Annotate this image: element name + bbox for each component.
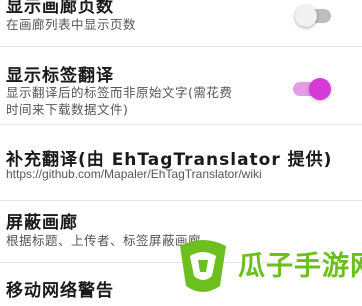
setting-subtitle: 根据标题、上传者、标签屏蔽画廊 <box>6 233 202 248</box>
setting-subtitle-line2: 时间来下载数据文件) <box>6 102 129 117</box>
toggle-knob <box>295 5 317 27</box>
setting-show-page-count[interactable]: 显示画廊页数 在画廊列表中显示页数 <box>0 0 362 46</box>
translation-url: https://github.com/Mapaler/EhTagTranslat… <box>6 167 262 181</box>
watermark-logo-icon <box>180 240 226 292</box>
setting-subtitle: 在画廊列表中显示页数 <box>6 17 137 32</box>
setting-title: 移动网络警告 <box>6 281 114 301</box>
watermark: 瓜子手游网 <box>176 236 362 306</box>
toggle-knob <box>309 78 331 100</box>
setting-show-tag-translation[interactable]: 显示标签翻译 显示翻译后的标签而非原始文字(需花费 时间来下载数据文件) <box>0 47 362 123</box>
watermark-text: 瓜子手游网 <box>238 251 362 282</box>
page-count-toggle[interactable] <box>295 5 331 27</box>
tag-translation-toggle[interactable] <box>293 78 331 100</box>
setting-supplementary-translation[interactable]: 补充翻译(由 EhTagTranslator 提供) https://githu… <box>0 125 362 199</box>
